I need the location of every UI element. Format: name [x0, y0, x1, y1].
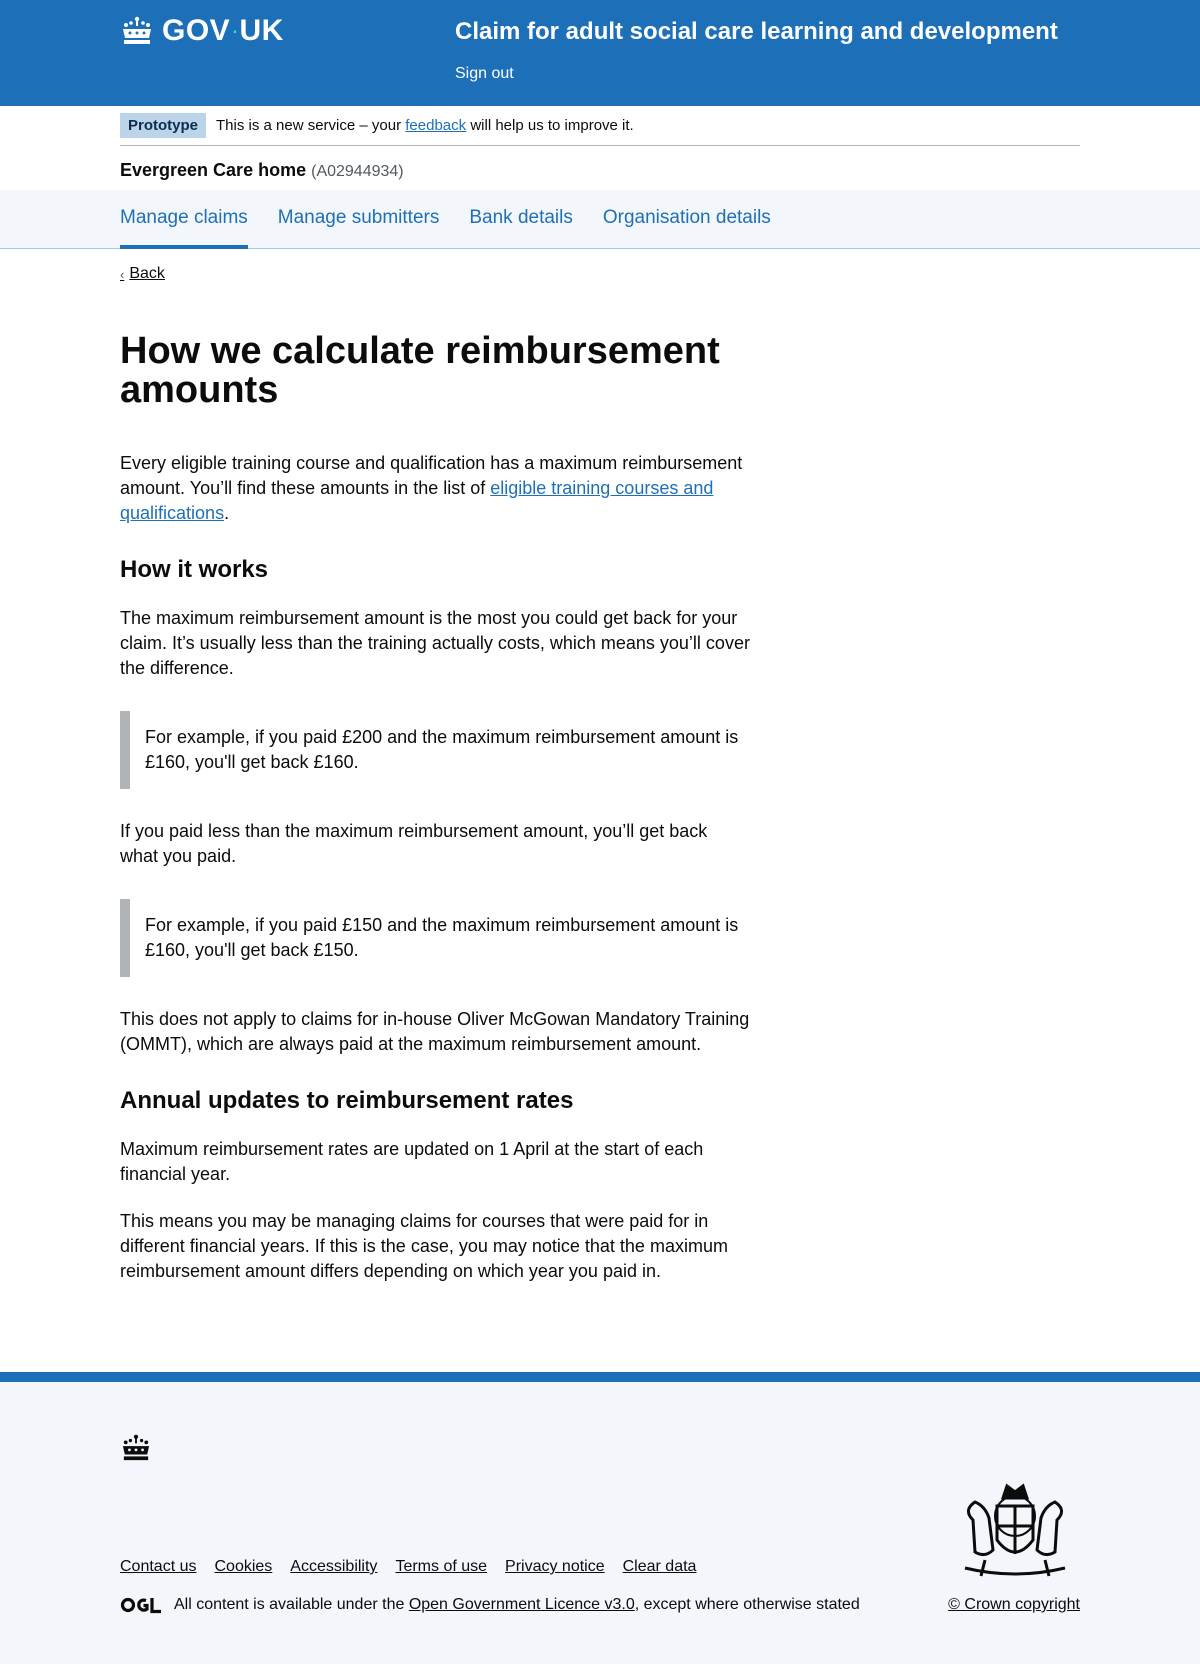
sign-out-link[interactable]: Sign out	[455, 65, 514, 83]
nav-link-bank-details[interactable]: Bank details	[469, 190, 573, 249]
site-header: GOV · UK Claim for adult social care lea…	[0, 0, 1200, 106]
footer-link-terms-of-use[interactable]: Terms of use	[395, 1558, 487, 1576]
licence-text-before: All content is available under the	[174, 1596, 409, 1613]
page-title: How we calculate reimbursement amounts	[120, 329, 720, 412]
phase-text-before: This is a new service – your	[216, 117, 406, 134]
how-it-works-paragraph: The maximum reimbursement amount is the …	[120, 608, 750, 679]
nav-item-manage-submitters: Manage submitters	[278, 190, 440, 249]
ommt-paragraph: This does not apply to claims for in-hou…	[120, 1009, 750, 1055]
logo-text-uk: UK	[239, 14, 284, 47]
phase-banner: Prototype This is a new service – your f…	[120, 106, 1080, 146]
back-link-label: Back	[129, 265, 165, 282]
organisation-id: (A02944934)	[311, 163, 404, 180]
licence-text: All content is available under the Open …	[174, 1596, 860, 1614]
phase-text-after: will help us to improve it.	[466, 117, 634, 134]
logo-dot: ·	[231, 18, 239, 43]
crown-icon	[122, 1434, 150, 1461]
nav-item-manage-claims: Manage claims	[120, 190, 248, 249]
open-government-licence-link[interactable]: Open Government Licence v3.0	[409, 1596, 635, 1613]
organisation-heading: Evergreen Care home (A02944934)	[120, 160, 1080, 188]
annual-updates-paragraph-2: This means you may be managing claims fo…	[120, 1211, 728, 1282]
feedback-link[interactable]: feedback	[405, 117, 466, 134]
footer-link-contact-us[interactable]: Contact us	[120, 1558, 196, 1576]
paid-less-paragraph: If you paid less than the maximum reimbu…	[120, 821, 708, 867]
chevron-left-icon: ‹	[120, 266, 125, 282]
crown-icon	[123, 16, 151, 44]
phase-tag: Prototype	[120, 113, 207, 138]
crown-copyright-link[interactable]: © Crown copyright	[948, 1596, 1080, 1614]
site-footer: Contact us Cookies Accessibility Terms o…	[0, 1372, 1200, 1664]
inset-example-2-text: For example, if you paid £150 and the ma…	[145, 915, 739, 961]
heading-annual-updates: Annual updates to reimbursement rates	[120, 1087, 574, 1115]
back-link[interactable]: ‹ Back	[120, 265, 165, 283]
nav-link-manage-submitters[interactable]: Manage submitters	[278, 190, 440, 249]
royal-coat-of-arms-icon	[964, 1483, 1066, 1577]
nav-item-bank-details: Bank details	[469, 190, 573, 249]
footer-link-privacy-notice[interactable]: Privacy notice	[505, 1558, 605, 1576]
ogl-logo-icon	[120, 1597, 161, 1614]
footer-link-cookies[interactable]: Cookies	[214, 1558, 272, 1576]
licence-text-after: , except where otherwise stated	[634, 1596, 860, 1613]
inset-example-1: For example, if you paid £200 and the ma…	[120, 711, 750, 790]
nav-link-manage-claims[interactable]: Manage claims	[120, 190, 248, 249]
licence-statement: All content is available under the Open …	[120, 1596, 860, 1614]
heading-how-it-works: How it works	[120, 556, 269, 584]
intro-text-after: .	[224, 503, 230, 524]
inset-example-2: For example, if you paid £150 and the ma…	[120, 899, 750, 978]
inset-example-1-text: For example, if you paid £200 and the ma…	[145, 727, 739, 773]
logo-text-gov: GOV	[162, 14, 231, 47]
nav-item-organisation-details: Organisation details	[603, 190, 771, 249]
intro-paragraph: Every eligible training course and quali…	[120, 451, 750, 526]
nav-link-organisation-details[interactable]: Organisation details	[603, 190, 771, 249]
main-content: How we calculate reimbursement amounts E…	[120, 329, 750, 1285]
organisation-name: Evergreen Care home	[120, 160, 307, 180]
footer-link-clear-data[interactable]: Clear data	[623, 1558, 697, 1576]
govuk-logo-link[interactable]: GOV · UK	[120, 14, 284, 48]
service-navigation: Manage claims Manage submitters Bank det…	[0, 190, 1200, 249]
footer-links: Contact us Cookies Accessibility Terms o…	[120, 1558, 714, 1576]
annual-updates-paragraph-1: Maximum reimbursement rates are updated …	[120, 1139, 704, 1185]
footer-link-accessibility[interactable]: Accessibility	[290, 1558, 377, 1576]
phase-banner-text: This is a new service – your feedback wi…	[216, 117, 634, 134]
service-name-link[interactable]: Claim for adult social care learning and…	[455, 18, 1058, 46]
